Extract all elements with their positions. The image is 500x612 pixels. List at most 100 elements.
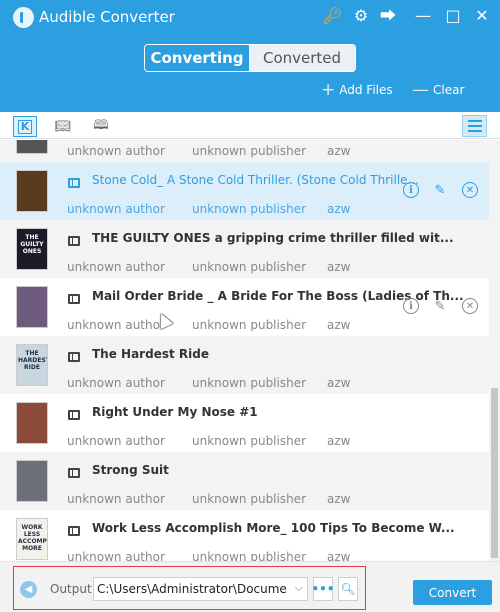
book-row[interactable]: unknown author unknown publisher azw [0,140,489,162]
back-arrow-icon[interactable]: ◀ [20,581,37,598]
book-publisher: unknown publisher [192,318,307,332]
book-format: azw [327,376,351,390]
app-title: Audible Converter [39,8,175,26]
output-label: Output [50,582,92,596]
cover-text: THE GUILTY ONES [20,234,44,255]
book-publisher: unknown publisher [192,144,307,158]
remove-icon[interactable]: ✕ [462,182,478,198]
output-path-value: C:\Users\Administrator\Documents\l [97,582,287,596]
book-row[interactable]: Right Under My Nose #1 unknown author unkn… [0,394,489,452]
clear-label: Clear [433,83,465,97]
chevron-down-icon: ⌵ [294,581,303,594]
book-format-icon [68,352,80,362]
tab-converted[interactable]: Converted [249,45,355,71]
book-title: Stone Cold_ A Stone Cold Thriller. (Ston… [92,173,419,187]
open-folder-search-icon[interactable]: 🔍︎ [338,577,358,601]
cover-text: THE HARDEST RIDE [18,350,48,371]
book-open-icon: 📖︎ [54,119,72,134]
book-format: azw [327,434,351,448]
book-author: unknown author [67,202,165,216]
book-title: The Hardest Ride [92,347,209,361]
book-format: azw [327,318,351,332]
book-list: unknown author unknown publisher azw Stone … [0,140,489,561]
output-footer: ◀ Output C:\Users\Administrator\Document… [0,561,500,612]
book-publisher: unknown publisher [192,492,307,506]
close-icon[interactable]: ✕ [472,6,492,26]
book-cover [16,402,48,444]
output-path-select[interactable]: C:\Users\Administrator\Documents\l ⌵ [93,577,308,601]
book-author: unknown author [67,260,165,274]
book-format-icon [68,468,80,478]
book-row[interactable]: THE GUILTY ONES THE GUILTY ONES a grippin… [0,220,489,278]
book-format: azw [327,492,351,506]
book-row[interactable]: Strong Suit unknown author unknown publish… [0,452,489,510]
book-publisher: unknown publisher [192,550,307,561]
minus-icon: — [412,80,429,100]
book-cover: THE HARDEST RIDE [16,344,48,386]
book-author: unknown author [67,144,165,158]
book-format: azw [327,202,351,216]
book-publisher: unknown publisher [192,260,307,274]
scrollbar-thumb[interactable] [491,388,498,558]
scrollbar[interactable] [489,140,500,561]
book-publisher: unknown publisher [192,434,307,448]
book-format-icon [68,236,80,246]
app-logo-icon [13,7,34,28]
book-author: unknown author [67,434,165,448]
audible-converter-window: Audible Converter 🔑︎ ⚙ ⮕ — □ ✕ Convertin… [0,0,500,612]
convert-button[interactable]: Convert [413,580,492,605]
kindle-view-button[interactable]: K [13,116,37,137]
book-format: azw [327,550,351,561]
book-icon: 🕮︎ [93,117,109,133]
book-title: Right Under My Nose #1 [92,405,258,419]
book-cover [16,170,48,212]
document-view-button[interactable]: 📖︎ [51,116,75,137]
minimize-icon[interactable]: — [413,6,433,26]
menu-icon[interactable] [462,115,487,137]
remove-icon[interactable]: ✕ [462,298,478,314]
book-format-icon [68,410,80,420]
book-title: Strong Suit [92,463,169,477]
edit-icon[interactable]: ✎ [432,298,448,314]
book-format-icon [68,294,80,304]
book-author: unknown author [67,550,165,561]
book-cover [16,460,48,502]
edit-icon[interactable]: ✎ [432,182,448,198]
book-publisher: unknown publisher [192,202,307,216]
view-toggle: Converting Converted [144,44,356,72]
book-format-icon [68,178,80,188]
book-cover: THE GUILTY ONES [16,228,48,270]
book-format-icon [68,526,80,536]
book-format: azw [327,260,351,274]
title-bar: Audible Converter 🔑︎ ⚙ ⮕ — □ ✕ Convertin… [0,0,500,112]
tab-converting[interactable]: Converting [145,45,249,71]
book-row[interactable]: WORK LESS ACCOMPLISH MORE Work Less Accom… [0,510,489,561]
book-publisher: unknown publisher [192,376,307,390]
info-icon[interactable]: i [403,182,419,198]
info-icon[interactable]: i [403,298,419,314]
book-author: unknown author [67,376,165,390]
share-icon[interactable]: ⮕ [378,6,398,26]
book-author: unknown author [67,318,165,332]
gear-icon[interactable]: ⚙ [351,6,371,26]
key-icon[interactable]: 🔑︎ [322,6,342,26]
cover-text: WORK LESS ACCOMPLISH MORE [18,524,47,552]
kindle-icon: K [17,119,33,134]
book-cover [16,140,48,154]
book-cover: WORK LESS ACCOMPLISH MORE [16,518,48,560]
maximize-icon[interactable]: □ [443,6,463,26]
add-files-button[interactable]: + Add Files [321,82,393,99]
book-row[interactable]: THE HARDEST RIDE The Hardest Ride unknown … [0,336,489,394]
book-cover [16,286,48,328]
browse-button[interactable]: ••• [312,577,335,601]
book-row[interactable]: Stone Cold_ A Stone Cold Thriller. (Ston… [0,162,489,220]
book-author: unknown author [67,492,165,506]
clear-button[interactable]: — Clear [412,80,465,100]
book-title: Work Less Accomplish More_ 100 Tips To B… [92,521,455,535]
library-view-button[interactable]: 🕮︎ [89,116,113,137]
view-toolbar: K 📖︎ 🕮︎ [0,112,500,139]
book-format: azw [327,144,351,158]
output-section: ◀ Output C:\Users\Administrator\Document… [13,566,366,610]
book-row[interactable]: Mail Order Bride _ A Bride For The Boss … [0,278,489,336]
add-files-label: Add Files [339,83,393,97]
